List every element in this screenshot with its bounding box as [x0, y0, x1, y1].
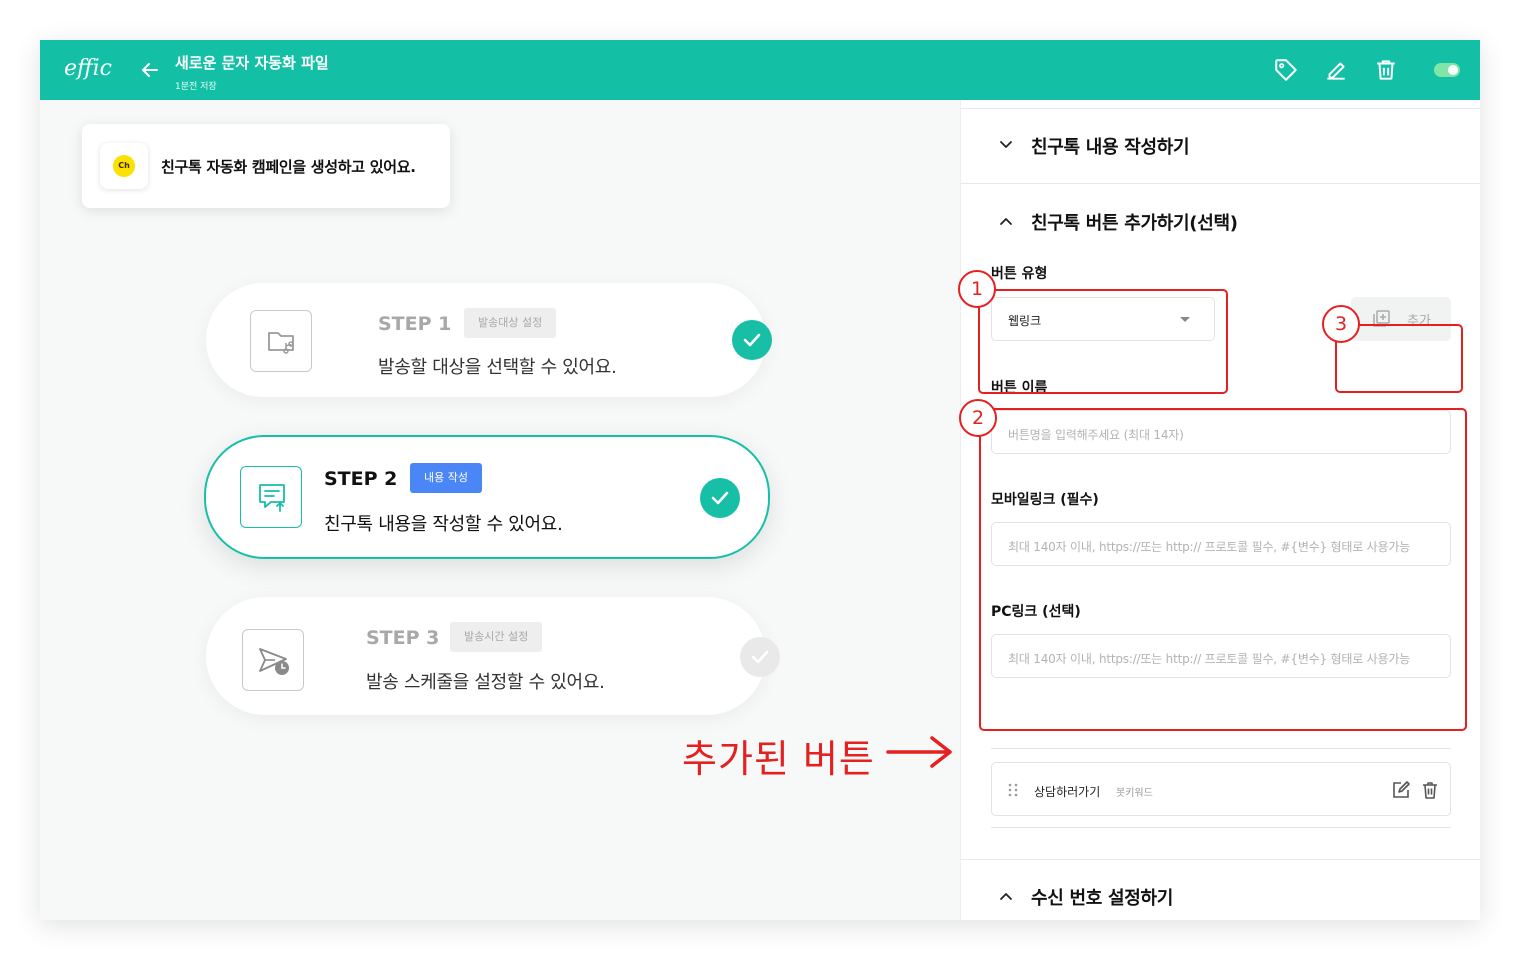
toggle-knob [1448, 65, 1458, 75]
annotation-box-2 [979, 408, 1467, 731]
chevron-up-icon[interactable] [997, 212, 1015, 230]
app-window: effic 새로운 문자 자동화 파일 1분전 저장 Ch 친구톡 자동화 캠페… [40, 40, 1480, 920]
step-card-2[interactable]: STEP 2 내용 작성 친구톡 내용을 작성할 수 있어요. [204, 435, 770, 559]
annotation-marker-1: 1 [958, 270, 996, 308]
step-3-badge: 발송시간 설정 [450, 622, 543, 652]
app-logo[interactable]: effic [64, 56, 112, 81]
divider [991, 827, 1451, 828]
step-3-description: 발송 스케줄을 설정할 수 있어요. [366, 672, 605, 693]
app-header: effic 새로운 문자 자동화 파일 1분전 저장 [40, 40, 1480, 100]
chevron-up-icon[interactable] [997, 887, 1015, 905]
back-arrow-icon[interactable] [138, 58, 162, 82]
check-circle-icon [700, 478, 740, 518]
divider [961, 108, 1480, 109]
added-button-annotation: 추가된 버튼 [682, 737, 875, 781]
message-upload-icon [240, 466, 302, 528]
step-3-title: STEP 3 [366, 627, 440, 649]
folder-branch-icon [250, 310, 312, 372]
added-button-type: 봇키워드 [1116, 788, 1153, 799]
step-card-1[interactable]: STEP 1 발송대상 설정 발송할 대상을 선택할 수 있어요. [206, 283, 772, 397]
arrow-right-icon [886, 736, 952, 768]
kakao-channel-icon: Ch [100, 143, 148, 189]
divider [991, 748, 1451, 749]
campaign-banner: Ch 친구톡 자동화 캠페인을 생성하고 있어요. [82, 124, 450, 208]
active-toggle[interactable] [1434, 63, 1460, 77]
check-circle-icon [732, 320, 772, 360]
step-2-badge: 내용 작성 [410, 463, 482, 493]
added-button-item[interactable]: 상담하러가기 봇키워드 [991, 762, 1451, 816]
pencil-icon[interactable] [1323, 57, 1349, 83]
annotation-box-1 [978, 289, 1228, 394]
step-2-description: 친구톡 내용을 작성할 수 있어요. [324, 514, 563, 535]
section-content-title[interactable]: 친구톡 내용 작성하기 [1031, 133, 1190, 159]
edit-icon[interactable] [1390, 779, 1412, 801]
step-1-badge: 발송대상 설정 [464, 308, 557, 338]
annotation-marker-2: 2 [959, 399, 997, 437]
button-type-label: 버튼 유형 [991, 266, 1048, 282]
step-card-3[interactable]: STEP 3 발송시간 설정 발송 스케줄을 설정할 수 있어요. [206, 597, 780, 715]
annotation-marker-3: 3 [1322, 305, 1360, 343]
step-1-description: 발송할 대상을 선택할 수 있어요. [378, 357, 617, 378]
trash-icon[interactable] [1419, 779, 1441, 801]
section-button-title[interactable]: 친구톡 버튼 추가하기(선택) [1031, 209, 1238, 235]
step-2-title: STEP 2 [324, 468, 398, 490]
divider [961, 183, 1480, 184]
chevron-down-icon[interactable] [997, 136, 1015, 154]
section-recipient-title[interactable]: 수신 번호 설정하기 [1031, 884, 1173, 910]
check-circle-icon [740, 637, 780, 677]
tag-icon[interactable] [1273, 57, 1299, 83]
settings-panel: 친구톡 내용 작성하기 친구톡 버튼 추가하기(선택) 버튼 유형 웹링크 추가… [958, 100, 1480, 920]
send-clock-icon [242, 629, 304, 691]
step-1-title: STEP 1 [378, 313, 452, 335]
kakao-channel-badge: Ch [113, 155, 135, 177]
banner-text: 친구톡 자동화 캠페인을 생성하고 있어요. [161, 158, 416, 176]
trash-icon[interactable] [1373, 57, 1399, 83]
save-status: 1분전 저장 [175, 82, 217, 92]
document-title: 새로운 문자 자동화 파일 [175, 54, 329, 72]
drag-handle-icon[interactable] [1008, 783, 1018, 797]
added-button-name: 상담하러가기 [1034, 785, 1101, 799]
divider [961, 859, 1480, 860]
